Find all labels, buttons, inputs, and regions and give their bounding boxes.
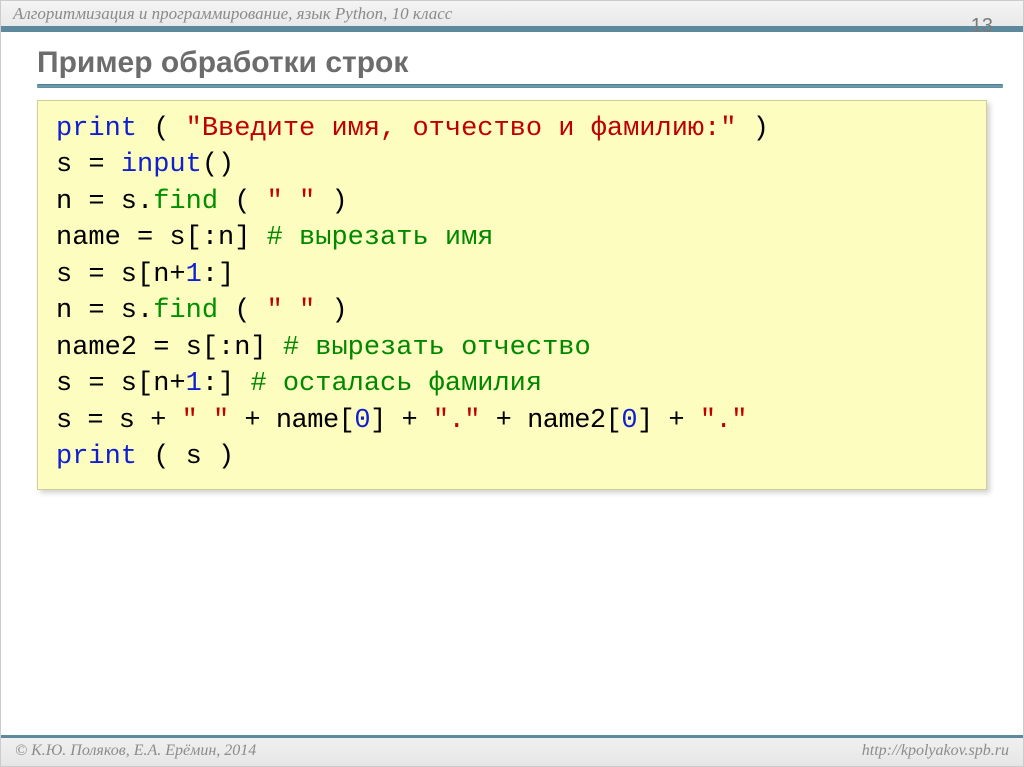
footer-copyright: © К.Ю. Поляков, Е.А. Ерёмин, 2014 — [15, 742, 256, 760]
code-keyword: input — [121, 150, 202, 180]
code-string: "Введите имя, отчество и фамилию:" — [186, 114, 737, 144]
code-text: ] + — [637, 406, 700, 436]
code-line: print ( s ) — [56, 439, 968, 475]
page-number: 13 — [971, 15, 993, 38]
code-line: s = s[n+1:] # осталась фамилия — [56, 366, 968, 402]
code-text: + name[ — [229, 406, 355, 436]
code-text: ( — [218, 296, 267, 326]
code-func: find — [153, 296, 218, 326]
code-keyword: print — [56, 114, 137, 144]
code-string: " " — [182, 406, 229, 436]
code-line: s = s + " " + name[0] + "." + name2[0] +… — [56, 403, 968, 439]
code-text: ) — [737, 114, 769, 144]
code-text: n = s. — [56, 296, 153, 326]
code-text: ( s ) — [137, 442, 234, 472]
code-comment: # вырезать отчество — [283, 333, 591, 363]
header-subject: Алгоритмизация и программирование, язык … — [1, 1, 1023, 28]
header-accent — [1, 26, 1023, 32]
code-block: print ( "Введите имя, отчество и фамилию… — [37, 100, 987, 490]
code-text: ( — [218, 187, 267, 217]
code-line: s = s[n+1:] — [56, 257, 968, 293]
code-number: 1 — [186, 369, 202, 399]
code-line: n = s.find ( " " ) — [56, 293, 968, 329]
code-comment: # осталась фамилия — [250, 369, 542, 399]
code-text: ] + — [370, 406, 433, 436]
code-number: 1 — [186, 260, 202, 290]
code-text: name = s[:n] — [56, 223, 267, 253]
code-string: " " — [267, 187, 316, 217]
code-comment: # вырезать имя — [267, 223, 494, 253]
code-line: name = s[:n] # вырезать имя — [56, 220, 968, 256]
footer-url: http://kpolyakov.spb.ru — [862, 742, 1009, 760]
footer: © К.Ю. Поляков, Е.А. Ерёмин, 2014 http:/… — [1, 735, 1023, 766]
code-line: s = input() — [56, 147, 968, 183]
code-text: ( — [137, 114, 186, 144]
code-line: print ( "Введите имя, отчество и фамилию… — [56, 111, 968, 147]
code-text: :] — [202, 260, 234, 290]
code-string: " " — [267, 296, 316, 326]
code-string: "." — [700, 406, 747, 436]
code-number: 0 — [354, 406, 370, 436]
code-text: n = s. — [56, 187, 153, 217]
code-line: n = s.find ( " " ) — [56, 184, 968, 220]
code-text: name2 = s[:n] — [56, 333, 283, 363]
code-text: s = s[n+ — [56, 369, 186, 399]
code-text: + name2[ — [480, 406, 621, 436]
code-text: :] — [202, 369, 251, 399]
slide-title: Пример обработки строк — [37, 46, 1023, 80]
code-func: find — [153, 187, 218, 217]
code-keyword: print — [56, 442, 137, 472]
code-number: 0 — [621, 406, 637, 436]
title-underline — [37, 84, 1003, 88]
code-text: s = s[n+ — [56, 260, 186, 290]
code-text: s = s + — [56, 406, 182, 436]
code-text: ) — [315, 296, 347, 326]
code-text: () — [202, 150, 234, 180]
code-line: name2 = s[:n] # вырезать отчество — [56, 330, 968, 366]
code-text: ) — [315, 187, 347, 217]
code-string: "." — [433, 406, 480, 436]
code-text: s = — [56, 150, 121, 180]
